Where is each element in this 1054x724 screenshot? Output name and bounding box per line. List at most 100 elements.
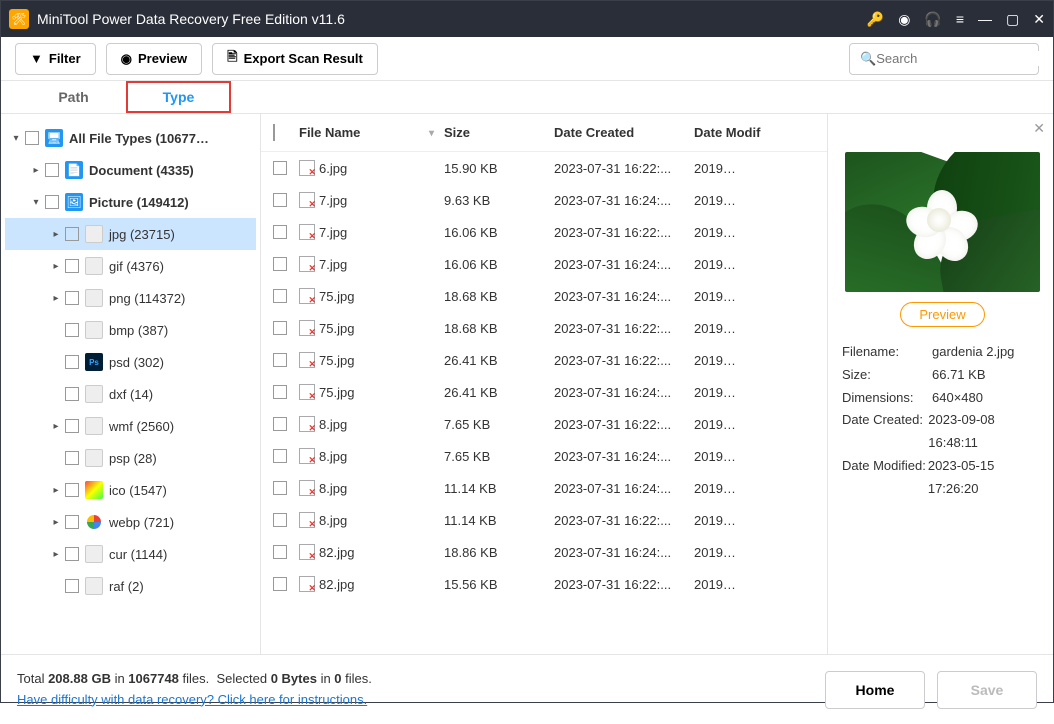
broken-image-icon	[299, 160, 315, 176]
checkbox[interactable]	[273, 545, 287, 559]
checkbox[interactable]	[65, 515, 79, 529]
checkbox[interactable]	[273, 161, 287, 175]
file-created: 2023-07-31 16:24:...	[554, 289, 694, 304]
col-date-modified[interactable]: Date Modif	[694, 125, 817, 140]
preview-button[interactable]: ◉Preview	[106, 43, 203, 75]
chevron-right-icon[interactable]: ▸	[49, 517, 63, 528]
checkbox[interactable]	[65, 291, 79, 305]
table-row[interactable]: 75.jpg18.68 KB2023-07-31 16:24:...2019…	[261, 280, 827, 312]
table-row[interactable]: 7.jpg16.06 KB2023-07-31 16:22:...2019…	[261, 216, 827, 248]
tree-ico[interactable]: ▸ico (1547)	[5, 474, 256, 506]
maximize-icon[interactable]: ▢	[1006, 11, 1019, 28]
file-size: 9.63 KB	[444, 193, 554, 208]
tree-jpg[interactable]: ▸jpg (23715)	[5, 218, 256, 250]
table-row[interactable]: 7.jpg16.06 KB2023-07-31 16:24:...2019…	[261, 248, 827, 280]
checkbox[interactable]	[273, 289, 287, 303]
checkbox[interactable]	[65, 227, 79, 241]
checkbox[interactable]	[273, 577, 287, 591]
filter-button[interactable]: ▼Filter	[15, 43, 96, 75]
table-row[interactable]: 6.jpg15.90 KB2023-07-31 16:22:...2019…	[261, 152, 827, 184]
chevron-right-icon[interactable]: ▸	[49, 421, 63, 432]
col-size[interactable]: Size	[444, 125, 554, 140]
checkbox[interactable]	[273, 225, 287, 239]
tree-all-file-types[interactable]: ▾🖥All File Types (10677…	[5, 122, 256, 154]
chevron-right-icon[interactable]: ▸	[49, 549, 63, 560]
checkbox[interactable]	[273, 449, 287, 463]
checkbox[interactable]	[273, 385, 287, 399]
checkbox[interactable]	[65, 259, 79, 273]
tree-webp[interactable]: ▸webp (721)	[5, 506, 256, 538]
tree-wmf[interactable]: ▸wmf (2560)	[5, 410, 256, 442]
table-row[interactable]: 8.jpg11.14 KB2023-07-31 16:22:...2019…	[261, 504, 827, 536]
file-name: 6.jpg	[319, 161, 347, 176]
chevron-right-icon[interactable]: ▸	[49, 485, 63, 496]
checkbox[interactable]	[65, 419, 79, 433]
headphones-icon[interactable]: 🎧	[924, 11, 941, 28]
chevron-right-icon[interactable]: ▸	[49, 261, 63, 272]
disc-icon[interactable]: ◉	[898, 11, 910, 28]
chevron-down-icon[interactable]: ▾	[9, 133, 23, 144]
table-row[interactable]: 82.jpg15.56 KB2023-07-31 16:22:...2019…	[261, 568, 827, 600]
tree-psp[interactable]: psp (28)	[5, 442, 256, 474]
tree-gif[interactable]: ▸gif (4376)	[5, 250, 256, 282]
checkbox[interactable]	[273, 321, 287, 335]
export-button[interactable]: 🖹Export Scan Result	[212, 43, 378, 75]
table-row[interactable]: 82.jpg18.86 KB2023-07-31 16:24:...2019…	[261, 536, 827, 568]
chevron-right-icon[interactable]: ▸	[49, 229, 63, 240]
checkbox[interactable]	[273, 353, 287, 367]
close-preview-icon[interactable]: ✕	[1033, 120, 1045, 137]
checkbox[interactable]	[273, 513, 287, 527]
checkbox[interactable]	[25, 131, 39, 145]
preview-open-button[interactable]: Preview	[900, 302, 984, 327]
table-row[interactable]: 7.jpg9.63 KB2023-07-31 16:24:...2019…	[261, 184, 827, 216]
checkbox[interactable]	[273, 481, 287, 495]
menu-icon[interactable]: ≡	[956, 11, 964, 27]
tree-png[interactable]: ▸png (114372)	[5, 282, 256, 314]
checkbox[interactable]	[65, 323, 79, 337]
chevron-right-icon[interactable]: ▸	[49, 293, 63, 304]
search-field[interactable]	[876, 51, 1052, 66]
chevron-right-icon[interactable]: ▸	[29, 165, 43, 176]
checkbox[interactable]	[65, 579, 79, 593]
checkbox[interactable]	[65, 483, 79, 497]
tree-dxf[interactable]: dxf (14)	[5, 378, 256, 410]
minimize-icon[interactable]: —	[978, 11, 992, 27]
checkbox[interactable]	[65, 547, 79, 561]
tree-raf[interactable]: raf (2)	[5, 570, 256, 602]
tab-path[interactable]: Path	[21, 81, 126, 113]
table-row[interactable]: 8.jpg7.65 KB2023-07-31 16:22:...2019…	[261, 408, 827, 440]
checkbox[interactable]	[273, 257, 287, 271]
table-row[interactable]: 8.jpg7.65 KB2023-07-31 16:24:...2019…	[261, 440, 827, 472]
select-all-checkbox[interactable]	[273, 124, 275, 141]
file-created: 2023-07-31 16:24:...	[554, 385, 694, 400]
file-name: 8.jpg	[319, 513, 347, 528]
table-row[interactable]: 75.jpg26.41 KB2023-07-31 16:22:...2019…	[261, 344, 827, 376]
table-row[interactable]: 75.jpg26.41 KB2023-07-31 16:24:...2019…	[261, 376, 827, 408]
tree-document[interactable]: ▸📄Document (4335)	[5, 154, 256, 186]
checkbox[interactable]	[45, 195, 59, 209]
tab-type[interactable]: Type	[126, 81, 231, 113]
checkbox[interactable]	[45, 163, 59, 177]
tree-bmp[interactable]: bmp (387)	[5, 314, 256, 346]
picture-icon: 🖼	[65, 193, 83, 211]
close-icon[interactable]: ✕	[1033, 11, 1045, 28]
col-date-created[interactable]: Date Created	[554, 125, 694, 140]
checkbox[interactable]	[65, 387, 79, 401]
tree-psd[interactable]: Pspsd (302)	[5, 346, 256, 378]
file-list: File Name▾ Size Date Created Date Modif …	[261, 114, 828, 654]
chevron-down-icon[interactable]: ▾	[29, 197, 43, 208]
table-row[interactable]: 8.jpg11.14 KB2023-07-31 16:24:...2019…	[261, 472, 827, 504]
checkbox[interactable]	[273, 193, 287, 207]
search-input[interactable]: 🔍	[849, 43, 1039, 75]
psp-icon	[85, 449, 103, 467]
tree-cur[interactable]: ▸cur (1144)	[5, 538, 256, 570]
tree-picture[interactable]: ▾🖼Picture (149412)	[5, 186, 256, 218]
table-row[interactable]: 75.jpg18.68 KB2023-07-31 16:22:...2019…	[261, 312, 827, 344]
help-link[interactable]: Have difficulty with data recovery? Clic…	[17, 692, 367, 707]
key-icon[interactable]: 🔑	[867, 11, 884, 28]
checkbox[interactable]	[273, 417, 287, 431]
col-file-name[interactable]: File Name▾	[299, 125, 444, 140]
file-size: 11.14 KB	[444, 513, 554, 528]
checkbox[interactable]	[65, 451, 79, 465]
checkbox[interactable]	[65, 355, 79, 369]
